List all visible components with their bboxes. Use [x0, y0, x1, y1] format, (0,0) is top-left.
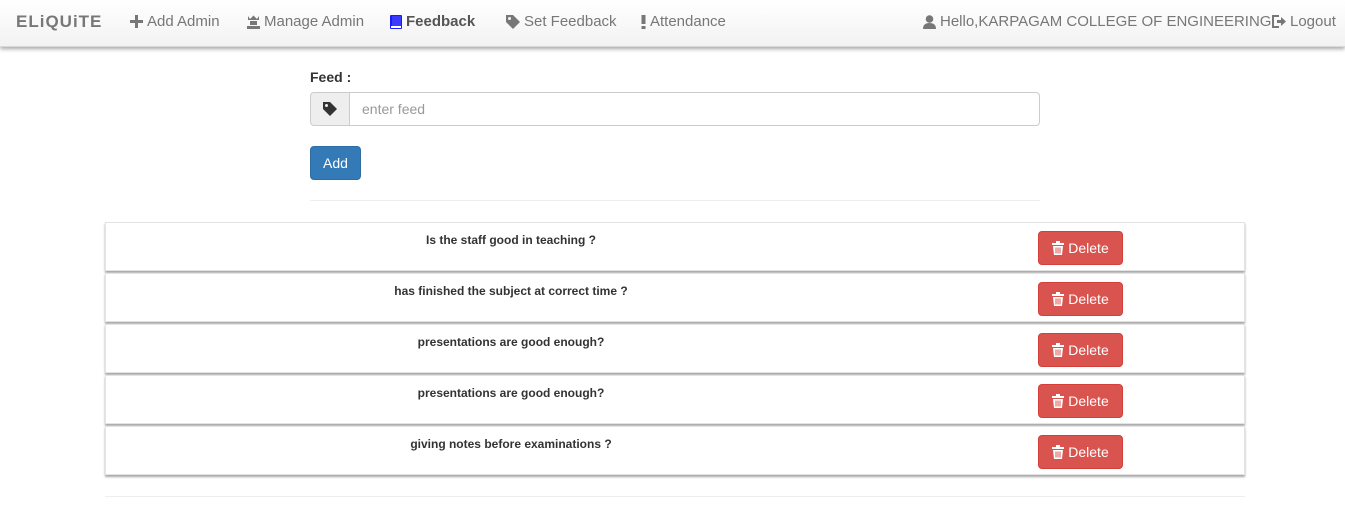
logout-label: Logout	[1290, 13, 1336, 30]
delete-button[interactable]: Delete	[1038, 282, 1123, 316]
user-crown-icon	[247, 15, 260, 29]
feed-input[interactable]	[349, 92, 1040, 126]
delete-label: Delete	[1068, 342, 1109, 358]
feedback-row: has finished the subject at correct time…	[105, 273, 1245, 322]
nav-set-feedback[interactable]: Set Feedback	[506, 13, 617, 30]
nav-attendance-label: Attendance	[650, 13, 726, 30]
trash-icon	[1052, 241, 1065, 255]
feedback-question: giving notes before examinations ?	[410, 437, 612, 451]
nav-set-feedback-label: Set Feedback	[524, 13, 617, 30]
nav-user-greeting[interactable]: Hello,KARPAGAM COLLEGE OF ENGINEERING	[923, 13, 1271, 30]
brand-logo[interactable]: ELiQUiTE	[16, 12, 102, 32]
trash-icon	[1052, 343, 1065, 357]
nav-manage-admin-label: Manage Admin	[264, 13, 365, 30]
tag-icon	[506, 14, 520, 29]
nav-logout[interactable]: Logout	[1272, 13, 1336, 30]
trash-icon	[1052, 292, 1065, 306]
feedback-list: Is the staff good in teaching ? Delete has…	[105, 222, 1245, 477]
divider	[105, 496, 1245, 497]
feedback-question: Is the staff good in teaching ?	[425, 233, 596, 247]
logout-icon	[1272, 15, 1286, 28]
delete-label: Delete	[1068, 393, 1109, 409]
tag-icon	[323, 102, 337, 116]
book-icon	[390, 14, 402, 29]
divider	[310, 200, 1040, 201]
delete-button[interactable]: Delete	[1038, 333, 1123, 367]
trash-icon	[1052, 394, 1065, 408]
add-button[interactable]: Add	[310, 146, 361, 180]
exclamation-icon	[641, 14, 646, 29]
nav-attendance[interactable]: Attendance	[641, 13, 726, 30]
nav-manage-admin[interactable]: Manage Admin	[247, 13, 364, 30]
feedback-question: presentations are good enough?	[417, 386, 605, 400]
feedback-question: presentations are good enough?	[417, 335, 605, 349]
nav-add-admin-label: Add Admin	[147, 13, 220, 30]
feedback-row: presentations are good enough? Delete	[105, 375, 1245, 424]
user-greeting-label: Hello,KARPAGAM COLLEGE OF ENGINEERING	[940, 13, 1272, 30]
feed-input-group	[310, 92, 1040, 126]
plus-icon	[130, 15, 143, 28]
feedback-row: Is the staff good in teaching ? Delete	[105, 222, 1245, 271]
user-icon	[923, 14, 936, 29]
delete-button[interactable]: Delete	[1038, 384, 1123, 418]
nav-feedback-label: Feedback	[406, 13, 476, 30]
top-navbar: ELiQUiTE Add Admin Manage Admin Feedback…	[0, 0, 1345, 47]
feedback-question: has finished the subject at correct time…	[394, 284, 628, 298]
trash-icon	[1052, 445, 1065, 459]
feedback-row: giving notes before examinations ? Delete	[105, 426, 1245, 475]
delete-button[interactable]: Delete	[1038, 435, 1123, 469]
delete-label: Delete	[1068, 240, 1109, 256]
nav-feedback[interactable]: Feedback	[390, 13, 475, 30]
delete-label: Delete	[1068, 444, 1109, 460]
feed-label: Feed :	[310, 69, 352, 85]
input-addon	[310, 92, 349, 126]
delete-label: Delete	[1068, 291, 1109, 307]
nav-add-admin[interactable]: Add Admin	[130, 13, 220, 30]
feedback-row: presentations are good enough? Delete	[105, 324, 1245, 373]
delete-button[interactable]: Delete	[1038, 231, 1123, 265]
